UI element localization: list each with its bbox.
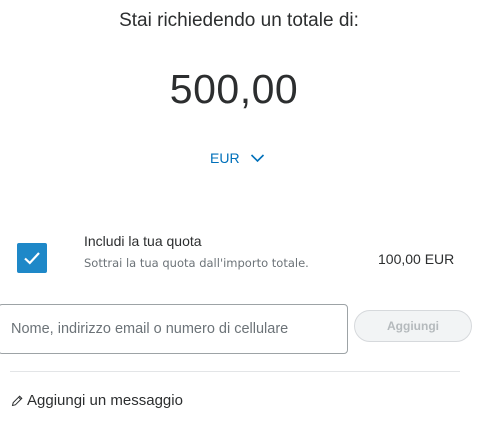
include-fee-description: Sottrai la tua quota dall'importo totale… <box>84 256 309 270</box>
request-amount: 500,00 <box>169 66 299 112</box>
currency-label: EUR <box>210 150 240 166</box>
currency-selector[interactable]: EUR <box>210 150 265 166</box>
chevron-down-icon <box>250 154 264 163</box>
checkmark-icon <box>24 252 40 265</box>
add-message-link[interactable]: Aggiungi un messaggio <box>10 392 183 409</box>
fee-amount: 100,00 EUR <box>378 251 455 267</box>
include-fee-checkbox[interactable] <box>17 243 47 273</box>
add-recipient-button[interactable]: Aggiungi <box>354 310 472 342</box>
add-message-label: Aggiungi un messaggio <box>27 392 183 409</box>
divider <box>10 371 460 372</box>
recipient-input[interactable] <box>0 304 348 354</box>
include-fee-title: Includi la tua quota <box>84 233 202 249</box>
request-heading: Stai richiedendo un totale di: <box>119 10 359 31</box>
pencil-icon <box>11 394 23 406</box>
